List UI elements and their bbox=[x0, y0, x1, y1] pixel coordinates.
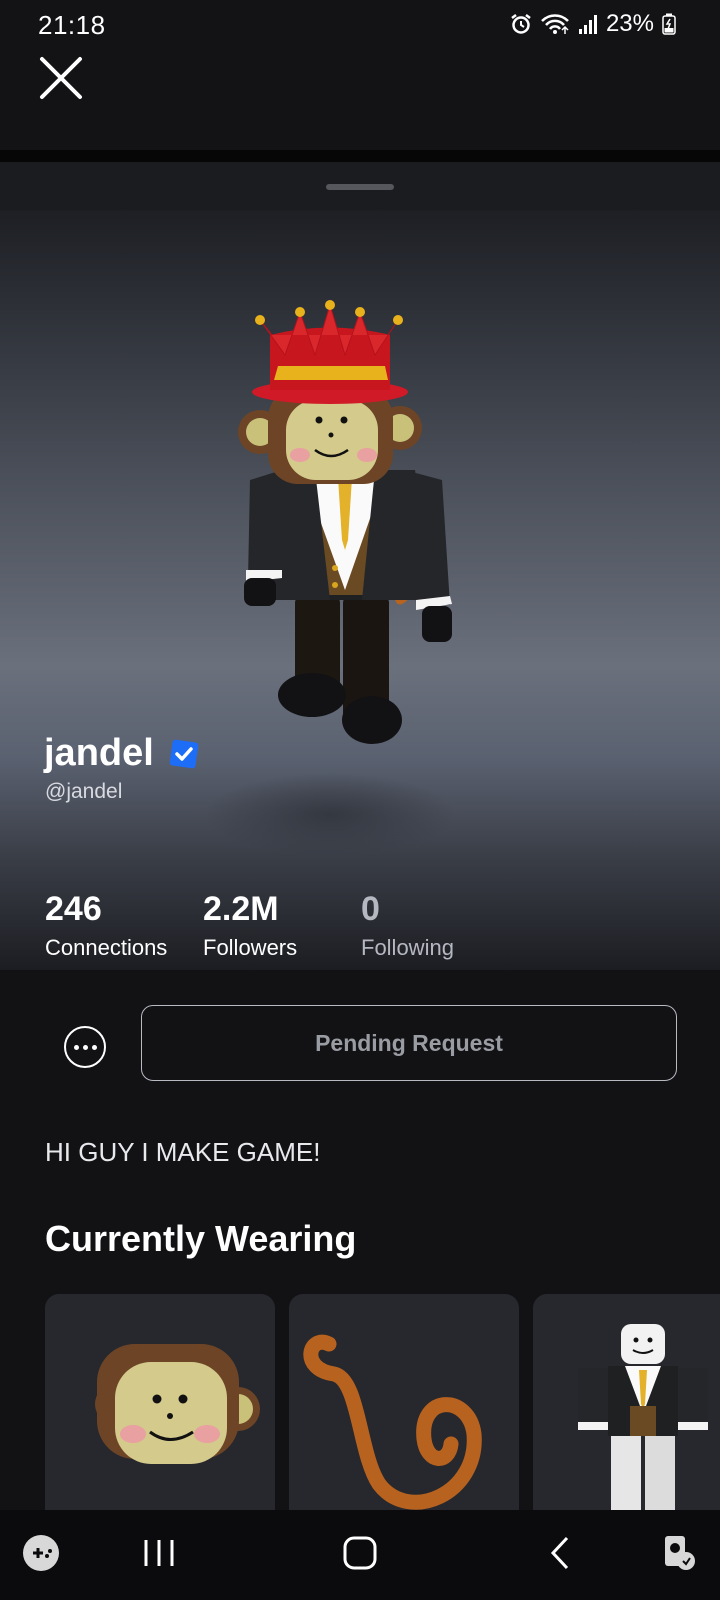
drag-handle[interactable] bbox=[326, 184, 394, 190]
section-title-currently-wearing: Currently Wearing bbox=[45, 1218, 357, 1259]
pending-request-button[interactable]: Pending Request bbox=[141, 1005, 677, 1081]
status-time: 21:18 bbox=[38, 10, 106, 40]
wearing-item-card[interactable] bbox=[533, 1294, 720, 1534]
more-dot-icon bbox=[73, 1044, 79, 1050]
more-options-button[interactable] bbox=[64, 1026, 106, 1068]
following-count: 0 bbox=[361, 890, 380, 928]
top-bar bbox=[0, 50, 720, 150]
suit-outfit-item-icon bbox=[578, 1324, 708, 1511]
game-launcher-icon[interactable] bbox=[16, 1528, 66, 1578]
stat-following[interactable]: 0 Following bbox=[361, 890, 454, 961]
followers-label: Followers bbox=[203, 935, 298, 960]
following-label: Following bbox=[361, 935, 454, 960]
battery-charging-icon bbox=[662, 13, 676, 35]
verified-badge-icon bbox=[169, 739, 199, 768]
more-dot-icon bbox=[91, 1044, 97, 1050]
monkey-head-item-icon bbox=[95, 1344, 260, 1464]
connections-count: 246 bbox=[45, 890, 102, 928]
assistant-icon[interactable] bbox=[654, 1528, 704, 1578]
home-icon[interactable] bbox=[335, 1528, 385, 1578]
stat-connections[interactable]: 246 Connections bbox=[45, 890, 167, 961]
status-icons: 23% bbox=[510, 10, 676, 38]
more-dot-icon bbox=[82, 1044, 88, 1050]
monkey-tail-item-icon bbox=[303, 1334, 482, 1510]
stat-followers[interactable]: 2.2M Followers bbox=[203, 890, 297, 961]
close-icon[interactable] bbox=[38, 55, 84, 101]
profile-bio: HI GUY I MAKE GAME! bbox=[45, 1137, 321, 1167]
wifi-icon bbox=[541, 14, 569, 34]
sheet-divider bbox=[0, 150, 720, 162]
username: @jandel bbox=[45, 780, 123, 803]
status-bar: 21:18 23% bbox=[0, 0, 720, 50]
battery-percent: 23% bbox=[605, 10, 654, 37]
wearing-item-card[interactable] bbox=[289, 1294, 519, 1534]
wearing-item-card[interactable] bbox=[45, 1294, 275, 1534]
recent-apps-icon[interactable] bbox=[134, 1528, 184, 1578]
name-row: jandel bbox=[44, 732, 202, 775]
signal-icon bbox=[578, 15, 597, 34]
back-icon[interactable] bbox=[536, 1528, 586, 1578]
followers-count: 2.2M bbox=[203, 890, 279, 928]
alarm-icon bbox=[511, 14, 531, 34]
connections-label: Connections bbox=[45, 935, 168, 960]
display-name: jandel bbox=[44, 732, 154, 774]
avatar-3d[interactable] bbox=[220, 300, 480, 770]
